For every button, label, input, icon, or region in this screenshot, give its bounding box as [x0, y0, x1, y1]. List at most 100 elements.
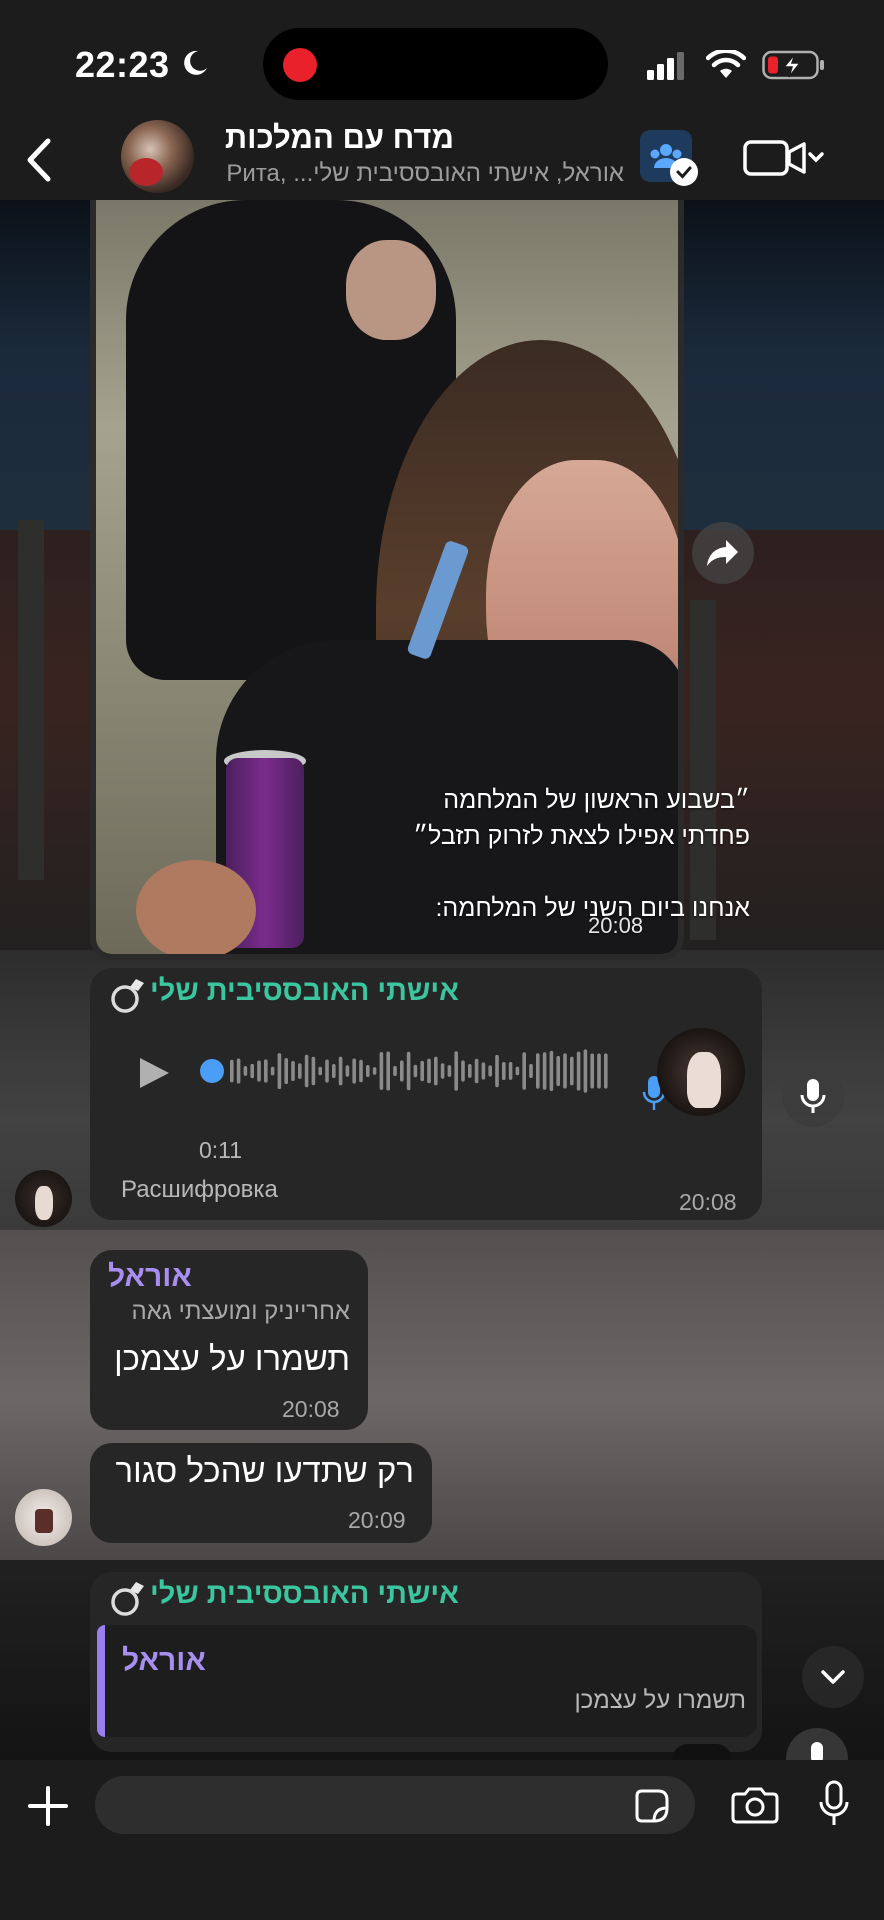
- back-chevron-icon[interactable]: [22, 135, 56, 185]
- message-sender[interactable]: אישתי האובססיבית שלי: [150, 1578, 459, 1611]
- waveform-bar: [542, 1052, 547, 1090]
- waveform-bar: [338, 1056, 343, 1086]
- voice-waveform[interactable]: [200, 1046, 612, 1096]
- waveform-bar: [488, 1065, 492, 1077]
- members-check-icon: [670, 158, 698, 186]
- waveform-bar: [495, 1054, 499, 1088]
- message-sender[interactable]: אוראל: [108, 1260, 192, 1294]
- waveform-bar: [400, 1060, 404, 1082]
- caption-line: אנחנו ביום השני של המלחמה:: [435, 894, 750, 922]
- waveform-bar: [379, 1052, 384, 1090]
- ring-icon: [111, 979, 144, 1013]
- video-call-icon[interactable]: [742, 138, 826, 178]
- message-sender[interactable]: אישתי האובססיבית שלי: [150, 975, 459, 1008]
- voice-transcript-button[interactable]: [782, 1065, 844, 1127]
- share-arrow-icon: [707, 540, 738, 566]
- waveform-bar: [264, 1059, 268, 1083]
- waveform-bar: [502, 1062, 506, 1080]
- waveform-bar: [597, 1053, 601, 1089]
- microphone-icon: [800, 1079, 826, 1113]
- waveform-bar: [393, 1065, 397, 1076]
- media-caption: ״בשבוע הראשון של המלחמה פחדתי אפילו לצאת…: [300, 782, 750, 926]
- ring-icon: [111, 1582, 144, 1616]
- waveform-bar: [468, 1064, 472, 1078]
- waveform-bar: [549, 1050, 554, 1091]
- waveform-bar: [434, 1056, 438, 1086]
- plus-icon[interactable]: [26, 1784, 70, 1828]
- waveform-bar: [461, 1060, 465, 1082]
- quoted-text: תשמרו על עצמכן: [574, 1687, 746, 1714]
- waveform-bar: [440, 1063, 445, 1079]
- waveform-bar: [515, 1066, 520, 1076]
- waveform-bar: [427, 1058, 431, 1084]
- scroll-to-bottom-button[interactable]: [802, 1646, 864, 1708]
- chevron-down-icon: [808, 152, 824, 163]
- transcribe-button[interactable]: Расшифровка: [121, 1176, 278, 1204]
- waveform-bar: [556, 1055, 560, 1087]
- battery-charging-icon: [762, 50, 824, 80]
- wifi-icon: [706, 50, 746, 78]
- voice-duration: 0:11: [199, 1137, 243, 1163]
- group-avatar[interactable]: [121, 120, 194, 193]
- message-time: 20:08: [282, 1396, 340, 1422]
- waveform-bar: [406, 1051, 411, 1091]
- waveform-bar: [372, 1067, 377, 1075]
- microphone-icon[interactable]: [818, 1780, 850, 1828]
- avatar[interactable]: [15, 1489, 72, 1546]
- waveform-bar: [311, 1056, 316, 1086]
- chat-title[interactable]: מדח עם המלכות: [214, 120, 454, 156]
- waveform-bar: [529, 1063, 533, 1078]
- waveform-bar: [420, 1060, 424, 1082]
- waveform-bar: [481, 1062, 486, 1080]
- waveform-bar: [604, 1053, 608, 1089]
- waveform-bar: [576, 1051, 581, 1091]
- share-button[interactable]: [692, 522, 754, 584]
- signal-icon: [647, 52, 684, 80]
- moon-icon: [184, 50, 207, 75]
- waveform-bar: [583, 1049, 588, 1093]
- screen-recording-indicator[interactable]: [283, 48, 317, 82]
- waveform-bar: [318, 1066, 322, 1076]
- waveform-bar: [332, 1064, 336, 1078]
- waveform-bar: [563, 1053, 567, 1089]
- quoted-message[interactable]: [97, 1625, 757, 1737]
- waveform-bar: [352, 1058, 356, 1084]
- waveform-bar: [230, 1059, 234, 1083]
- playhead[interactable]: [200, 1059, 224, 1083]
- waveform-bar: [345, 1065, 350, 1077]
- sender-role: אחרייניק ומועצתי גאה: [131, 1298, 350, 1325]
- camera-icon[interactable]: [731, 1786, 779, 1824]
- caption-line: ״בשבוע הראשון של המלחמה: [443, 786, 750, 814]
- waveform-bar: [508, 1062, 513, 1080]
- message-text: תשמרו על עצמכן: [114, 1340, 350, 1377]
- waveform-bar: [243, 1066, 248, 1076]
- message-input[interactable]: [95, 1776, 695, 1834]
- sticker-icon[interactable]: [634, 1788, 670, 1824]
- avatar[interactable]: [15, 1170, 72, 1227]
- waveform-bar: [570, 1056, 574, 1086]
- waveform-bar: [590, 1053, 594, 1089]
- waveform-bar: [447, 1065, 452, 1077]
- waveform-bar: [284, 1058, 288, 1084]
- chat-members-subtitle[interactable]: אוראל, אישתי האובססיבית שלי... ,Рита: [214, 160, 624, 188]
- waveform-bar: [522, 1052, 526, 1090]
- waveform-bar: [359, 1059, 363, 1083]
- waveform-bar: [325, 1059, 329, 1083]
- waveform-bar: [536, 1053, 540, 1089]
- avatar[interactable]: [672, 1744, 732, 1760]
- status-time: 22:23: [75, 44, 170, 85]
- quoted-sender: אוראל: [122, 1644, 206, 1677]
- caption-line: [300, 854, 750, 890]
- message-time: 20:08: [588, 913, 644, 938]
- waveform-bar: [304, 1054, 309, 1088]
- play-icon[interactable]: [137, 1056, 171, 1090]
- waveform-bar: [257, 1060, 261, 1082]
- avatar[interactable]: [657, 1028, 745, 1116]
- waveform-bar: [413, 1064, 418, 1078]
- quote-bar: [97, 1625, 105, 1737]
- caption-line: פחדתי אפילו לצאת לזרוק תזבל״: [413, 822, 750, 850]
- message-time: 20:08: [679, 1189, 737, 1215]
- waveform-bar: [270, 1066, 275, 1076]
- message-time: 20:09: [348, 1507, 406, 1533]
- waveform-bar: [291, 1061, 295, 1081]
